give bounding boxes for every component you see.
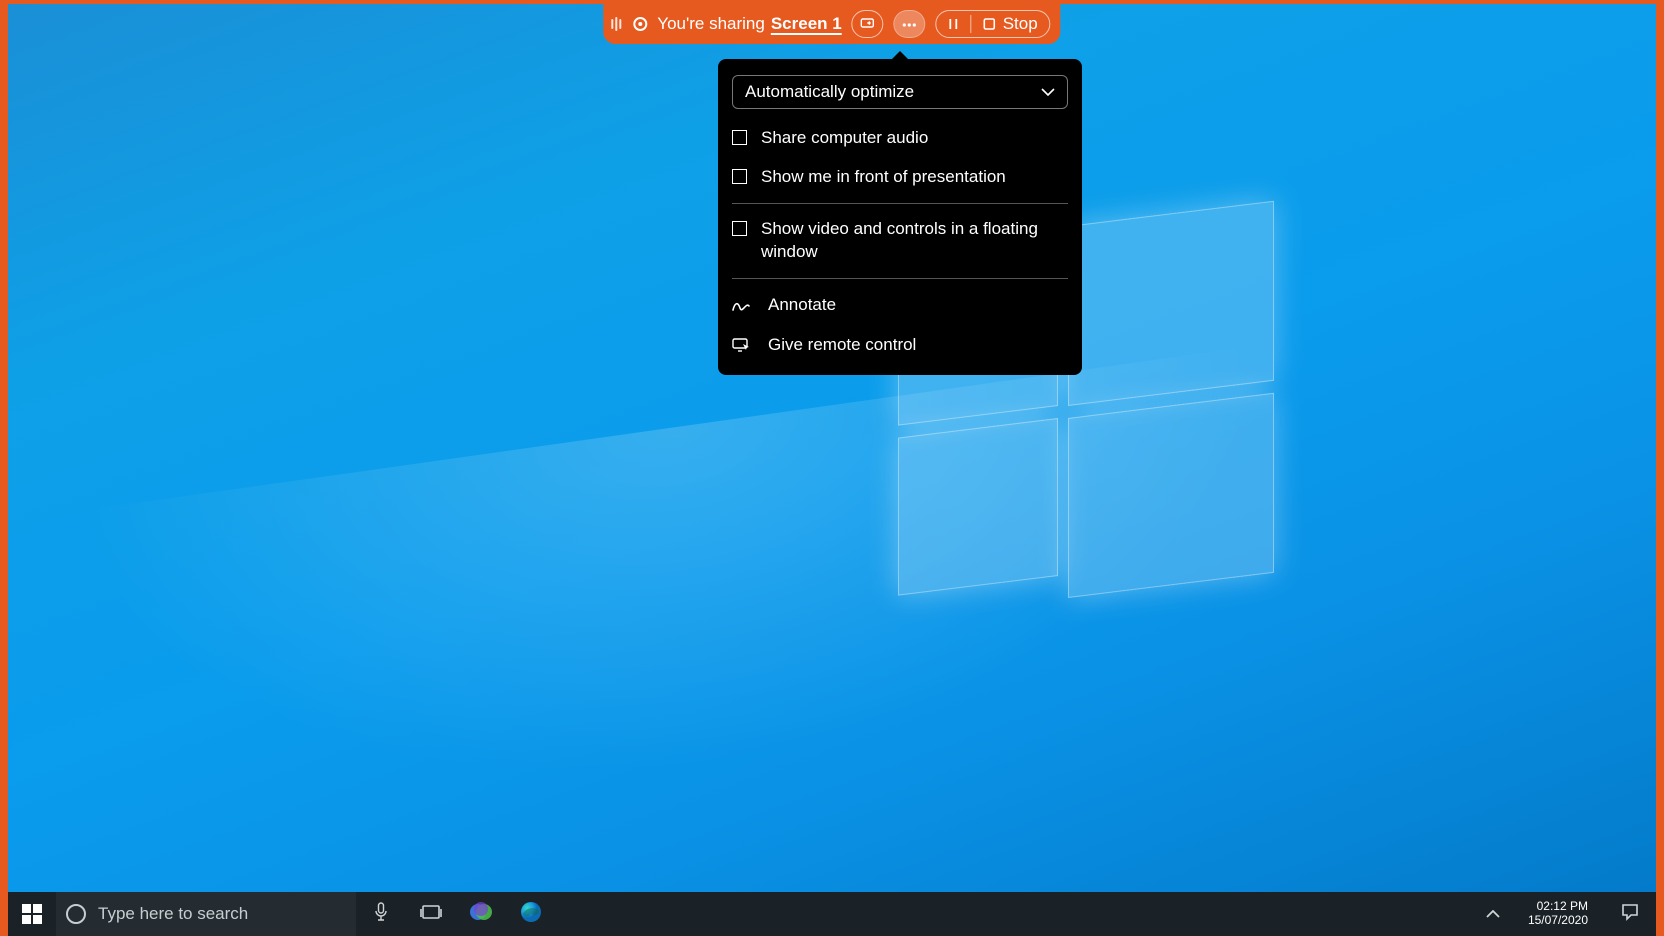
- share-audio-label: Share computer audio: [761, 127, 928, 150]
- sharing-control-bar: You're sharing Screen 1: [603, 4, 1060, 44]
- optimize-select-value: Automatically optimize: [745, 82, 914, 102]
- drag-handle-icon[interactable]: [609, 17, 623, 31]
- start-button[interactable]: [8, 892, 56, 936]
- more-options-button[interactable]: [894, 10, 926, 38]
- microphone-icon: [374, 902, 388, 927]
- task-view-icon: [420, 903, 442, 926]
- pause-share-button[interactable]: [937, 11, 971, 37]
- switch-share-button[interactable]: [852, 10, 884, 38]
- annotate-item[interactable]: Annotate: [718, 285, 1082, 325]
- taskbar-app-edge[interactable]: [506, 892, 556, 936]
- taskbar-clock[interactable]: 02:12 PM 15/07/2020: [1520, 900, 1596, 928]
- webex-icon: [469, 900, 493, 929]
- pause-icon: [949, 18, 959, 30]
- taskbar-app-webex[interactable]: [456, 892, 506, 936]
- checkbox-icon: [732, 130, 747, 145]
- annotate-label: Annotate: [768, 295, 836, 315]
- remote-control-icon: [732, 338, 750, 352]
- sharing-status-text: You're sharing: [657, 14, 765, 34]
- stop-icon: [984, 18, 996, 30]
- screen-arrow-icon: [861, 18, 875, 30]
- desktop-frame: You're sharing Screen 1: [8, 4, 1656, 936]
- taskbar-microphone[interactable]: [356, 892, 406, 936]
- action-center-button[interactable]: [1608, 903, 1652, 926]
- checkbox-icon: [732, 221, 747, 236]
- clock-time: 02:12 PM: [1528, 900, 1588, 914]
- recording-indicator-icon: [633, 17, 647, 31]
- sharing-screen-link[interactable]: Screen 1: [771, 14, 842, 34]
- share-audio-checkbox[interactable]: Share computer audio: [718, 119, 1082, 158]
- checkbox-icon: [732, 169, 747, 184]
- floating-window-label: Show video and controls in a floating wi…: [761, 218, 1068, 264]
- remote-control-label: Give remote control: [768, 335, 916, 355]
- tray-overflow-button[interactable]: [1478, 897, 1508, 931]
- chevron-up-icon: [1486, 905, 1500, 922]
- pause-stop-group: Stop: [936, 10, 1051, 38]
- floating-window-checkbox[interactable]: Show video and controls in a floating wi…: [718, 210, 1082, 272]
- optimize-select[interactable]: Automatically optimize: [732, 75, 1068, 109]
- notification-icon: [1621, 903, 1639, 926]
- system-tray: 02:12 PM 15/07/2020: [1474, 897, 1656, 931]
- ellipsis-icon: [903, 22, 917, 27]
- taskbar-pinned-apps: [356, 892, 556, 936]
- show-me-front-label: Show me in front of presentation: [761, 166, 1006, 189]
- taskbar-search[interactable]: Type here to search: [56, 892, 356, 936]
- task-view-button[interactable]: [406, 892, 456, 936]
- edge-icon: [519, 900, 543, 929]
- remote-control-item[interactable]: Give remote control: [718, 325, 1082, 365]
- stop-share-button[interactable]: Stop: [972, 11, 1050, 37]
- cortana-circle-icon: [66, 904, 86, 924]
- share-options-popup: Automatically optimize Share computer au…: [718, 59, 1082, 375]
- sharing-status: You're sharing Screen 1: [657, 14, 841, 34]
- windows-icon: [22, 904, 42, 924]
- clock-date: 15/07/2020: [1528, 914, 1588, 928]
- search-placeholder: Type here to search: [98, 904, 248, 924]
- show-me-front-checkbox[interactable]: Show me in front of presentation: [718, 158, 1082, 197]
- stop-label: Stop: [1003, 14, 1038, 34]
- annotate-icon: [732, 298, 750, 312]
- menu-divider: [732, 278, 1068, 279]
- menu-divider: [732, 203, 1068, 204]
- chevron-down-icon: [1041, 88, 1055, 96]
- windows-taskbar: Type here to search: [8, 892, 1656, 936]
